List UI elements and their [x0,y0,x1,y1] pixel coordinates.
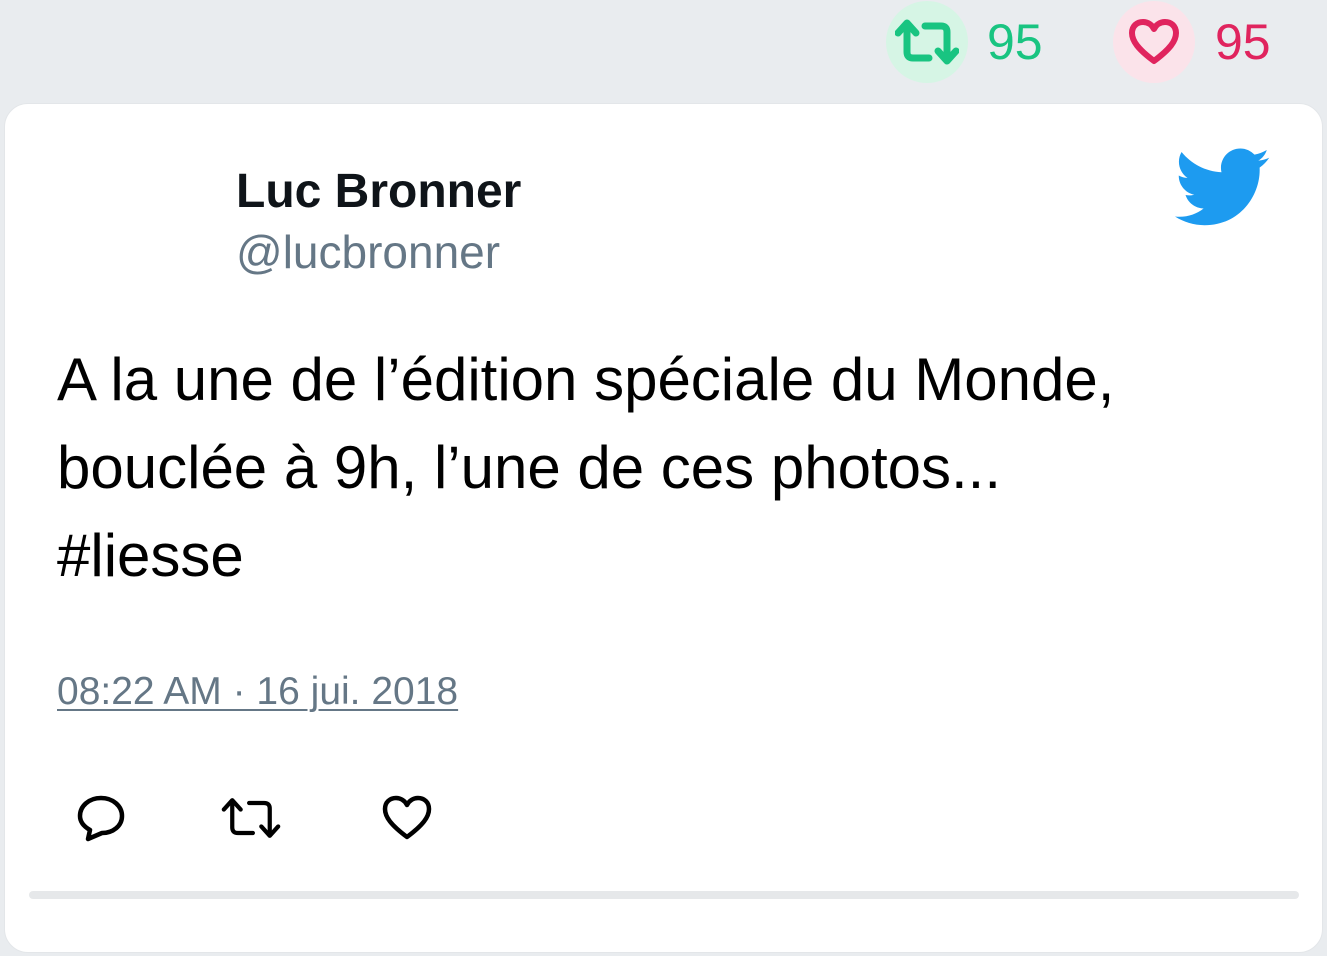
retweet-icon [895,19,959,65]
like-stat-icon-circle [1113,1,1195,83]
like-stat[interactable]: 95 [1113,1,1271,83]
like-count: 95 [1215,14,1271,70]
retweet-icon [221,798,281,838]
tweet-text: A la une de l’édition spéciale du Monde,… [57,346,1115,589]
heart-icon [1129,19,1179,64]
tweet-card: Luc Bronner @lucbronner A la une de l’éd… [4,103,1323,953]
card-divider [29,891,1299,899]
engagement-stats-bar: 95 95 [0,0,1327,100]
tweet-timestamp-link[interactable]: 08:22 AM · 16 jui. 2018 [57,670,458,714]
like-button[interactable] [377,788,437,848]
retweet-button[interactable] [221,788,281,848]
twitter-bird-icon[interactable] [1175,148,1271,228]
heart-icon [382,795,432,840]
retweet-count: 95 [987,14,1043,70]
reply-icon [77,795,125,842]
retweet-stat-icon-circle [886,1,968,83]
retweet-stat[interactable]: 95 [886,1,1043,83]
reply-button[interactable] [71,788,131,848]
author-handle[interactable]: @lucbronner [236,227,500,278]
author-name[interactable]: Luc Bronner [236,165,521,219]
